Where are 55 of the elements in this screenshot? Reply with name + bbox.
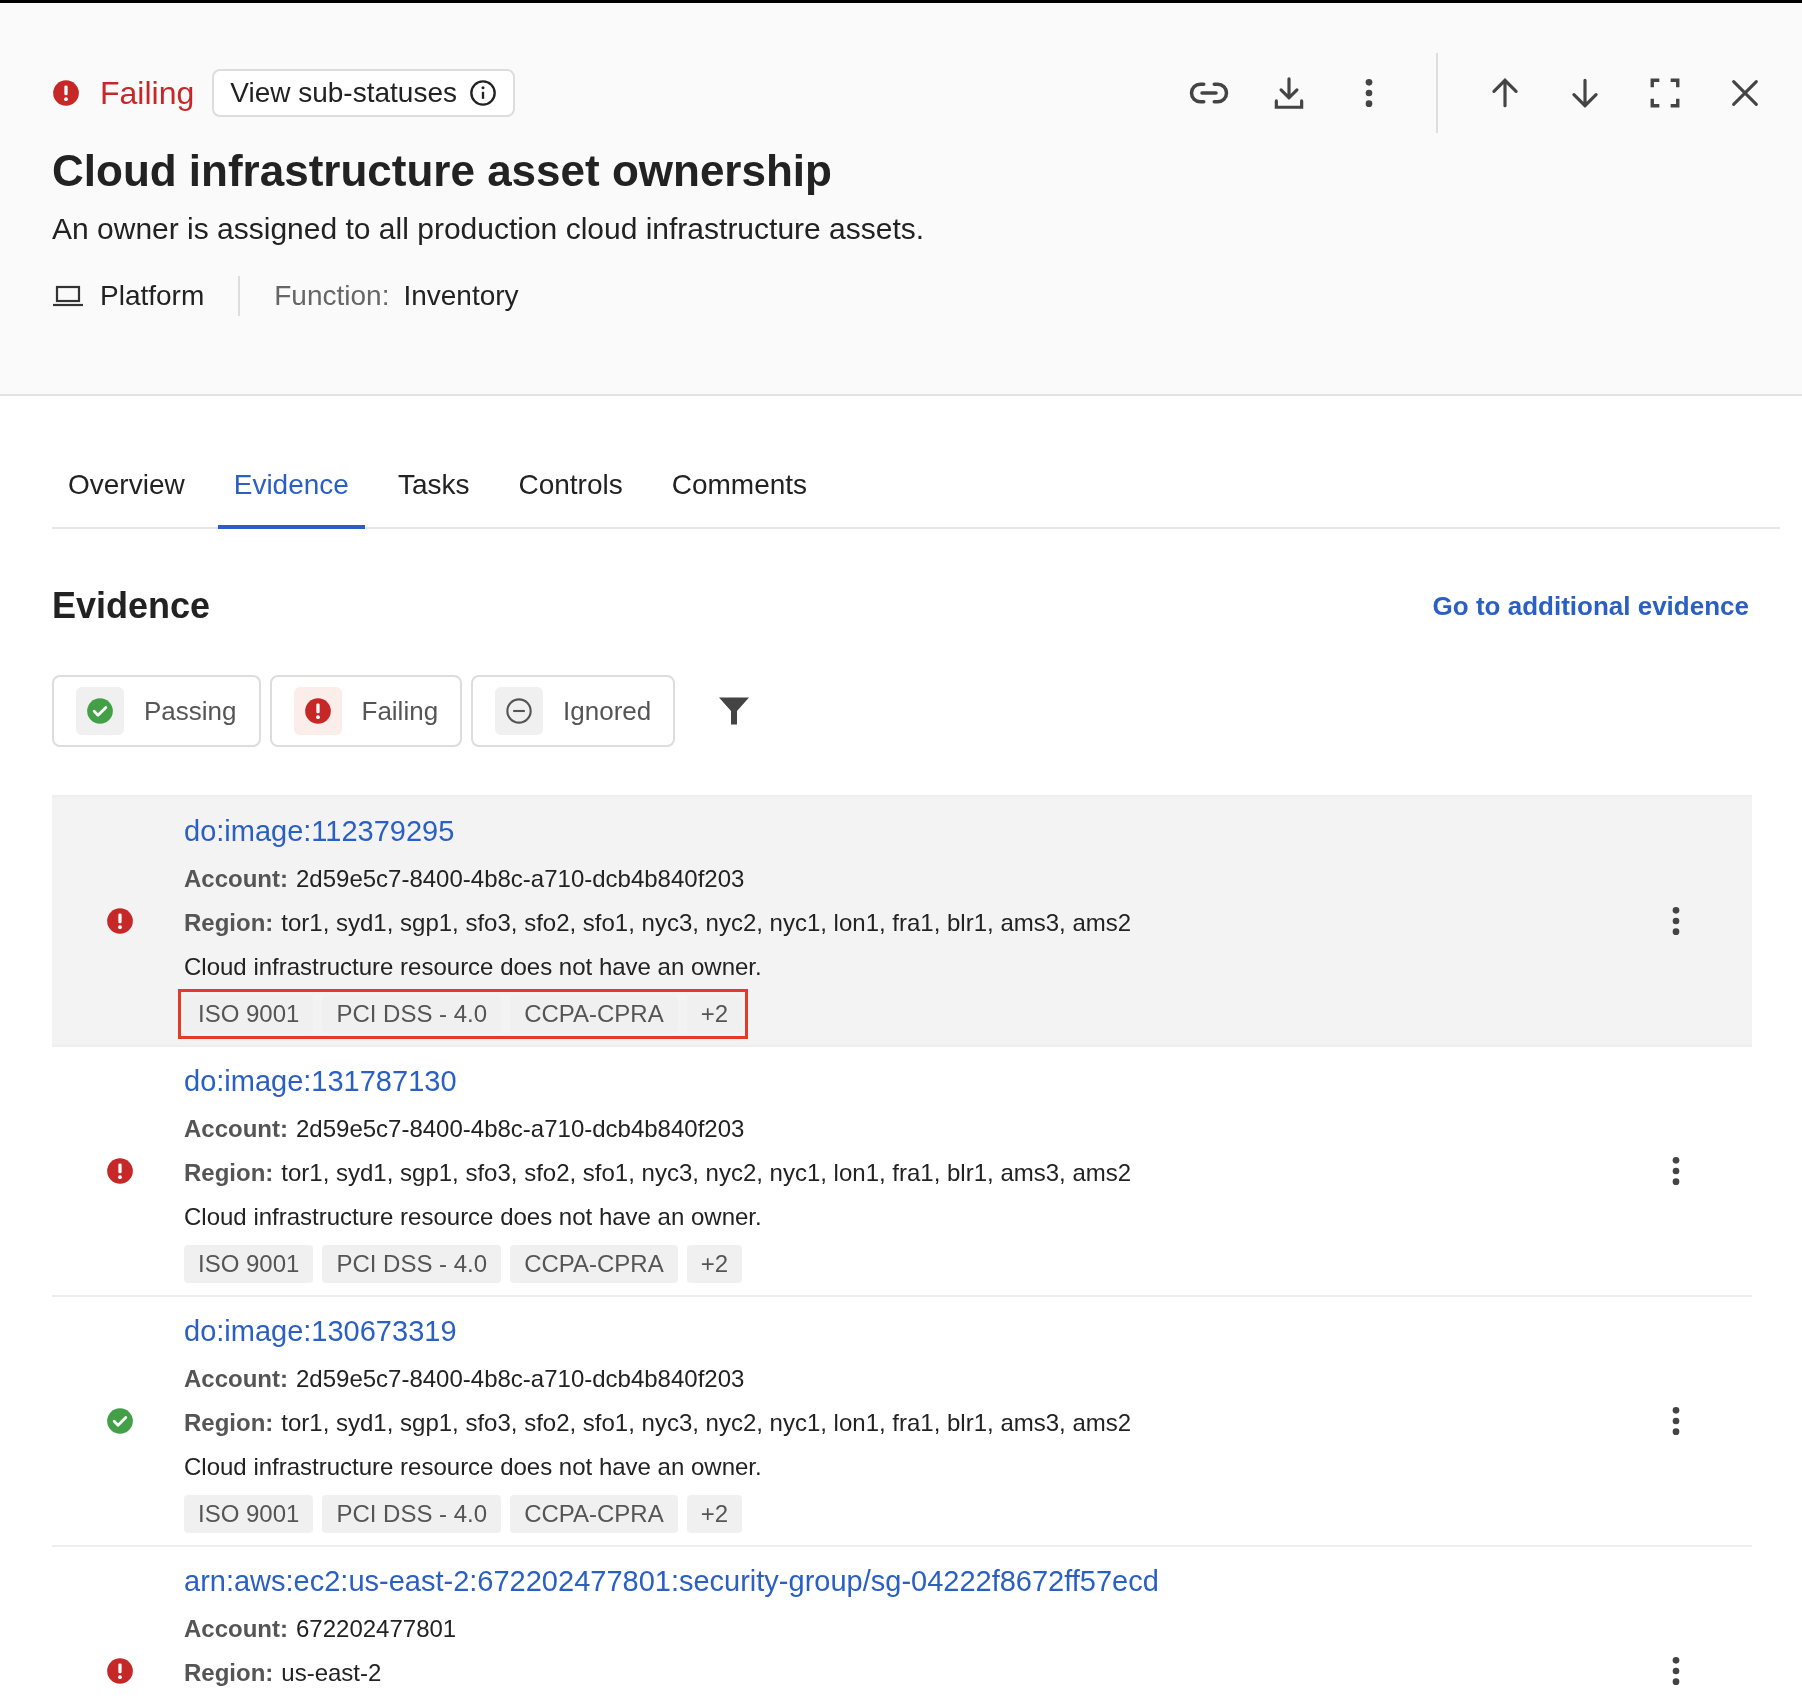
description: An owner is assigned to all production cloud infrastructure assets. [52,211,926,247]
tab[interactable]: Controls [502,444,639,529]
alert-icon [106,1157,134,1185]
account-value: 672202477801 [296,1615,457,1642]
account-value: 2d59e5c7-8400-4b8c-a710-dcb4b840f203 [296,1365,745,1392]
alert-icon [106,1657,134,1685]
tab[interactable]: Tasks [381,444,486,529]
account-label: Account: [184,1365,288,1392]
account-value: 2d59e5c7-8400-4b8c-a710-dcb4b840f203 [296,865,745,892]
section-title: Evidence [52,584,211,628]
region-label: Region: [184,1159,274,1186]
check-icon [106,1407,134,1435]
evidence-link[interactable]: do:image:131787130 [184,1061,1656,1101]
framework-tag: PCI DSS - 4.0 [322,1245,502,1283]
framework-tag: CCPA-CPRA [510,1495,678,1533]
evidence-message: Cloud infrastructure resource does not have an owner. [184,952,763,982]
region-label: Region: [184,909,274,936]
framework-tag: +2 [686,1245,743,1283]
region-value: us-east-2 [281,1659,382,1686]
evidence-message: Cloud infrastructure resource does not have an owner. [184,1452,763,1482]
account-label: Account: [184,1615,288,1642]
framework-tag: ISO 9001 [184,1495,314,1533]
account-value: 2d59e5c7-8400-4b8c-a710-dcb4b840f203 [296,1115,745,1142]
function-value: Inventory [403,279,519,313]
alert-icon [106,907,134,935]
category-label: Platform [100,279,205,313]
region-value: tor1, syd1, sgp1, sfo3, sfo2, sfo1, nyc3, nyc2, nyc1, lon1, fra1, blr1, ams3, ams2 [281,909,1132,936]
info-icon [469,79,497,107]
region-label: Region: [184,1409,274,1436]
status-filter-button[interactable]: Passing [52,675,261,747]
evidence-link[interactable]: do:image:130673319 [184,1311,1656,1351]
evidence-link[interactable]: arn:aws:ec2:us-east-2:672202477801:security-group/sg-04222f8672ff57ecd [184,1561,1656,1601]
framework-tag: CCPA-CPRA [510,1245,678,1283]
additional-evidence-link[interactable]: Go to additional evidence [1432,586,1749,626]
framework-tag: PCI DSS - 4.0 [322,1495,502,1533]
account-label: Account: [184,865,288,892]
evidence-row[interactable] [52,797,1752,1047]
framework-tag: ISO 9001 [184,1245,314,1283]
region-value: tor1, syd1, sgp1, sfo3, sfo2, sfo1, nyc3, nyc2, nyc1, lon1, fra1, blr1, ams3, ams2 [281,1409,1132,1436]
account-label: Account: [184,1115,288,1142]
framework-tag: +2 [686,1495,743,1533]
function-label: Function: [274,279,390,313]
region-value: tor1, syd1, sgp1, sfo3, sfo2, sfo1, nyc3, nyc2, nyc1, lon1, fra1, blr1, ams3, ams2 [281,1159,1132,1186]
laptop-icon [52,284,84,308]
status-filter-button[interactable]: Failing [269,675,463,747]
evidence-message: Cloud infrastructure resource does not have an owner. [184,1202,763,1232]
status-filter-button[interactable]: Ignored [471,675,676,747]
evidence-link[interactable]: do:image:112379295 [184,811,1656,851]
tab[interactable]: Evidence [217,444,365,529]
view-sub-statuses-button[interactable]: View sub-statuses [212,69,515,117]
tab[interactable]: Overview [52,444,201,529]
region-label: Region: [184,1659,274,1686]
status-label: Failing [100,74,195,113]
page-title: Cloud infrastructure asset ownership [52,145,833,197]
tab[interactable]: Comments [655,444,824,529]
